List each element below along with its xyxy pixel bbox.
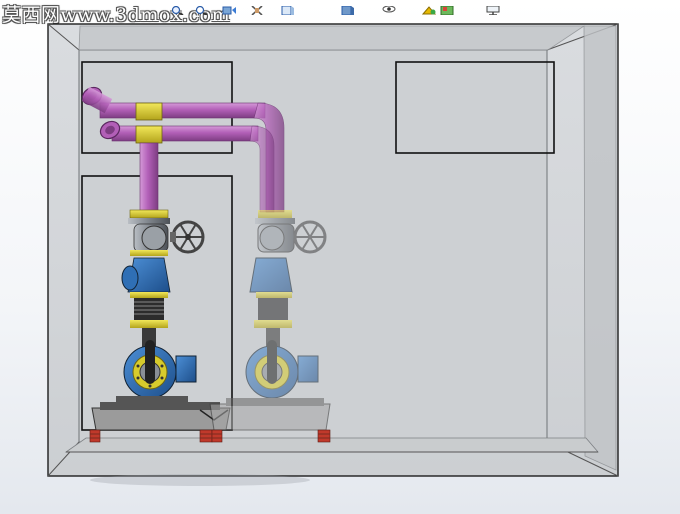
base-frame-left <box>91 407 231 431</box>
tee-fitting-lower <box>135 125 163 144</box>
3d-model-viewport[interactable] <box>0 0 680 514</box>
tee-fitting-upper <box>135 102 163 121</box>
flex-connector <box>134 298 164 320</box>
ground-shadow <box>90 474 310 486</box>
riser-pipe <box>139 142 159 212</box>
pump-motor <box>175 355 197 383</box>
